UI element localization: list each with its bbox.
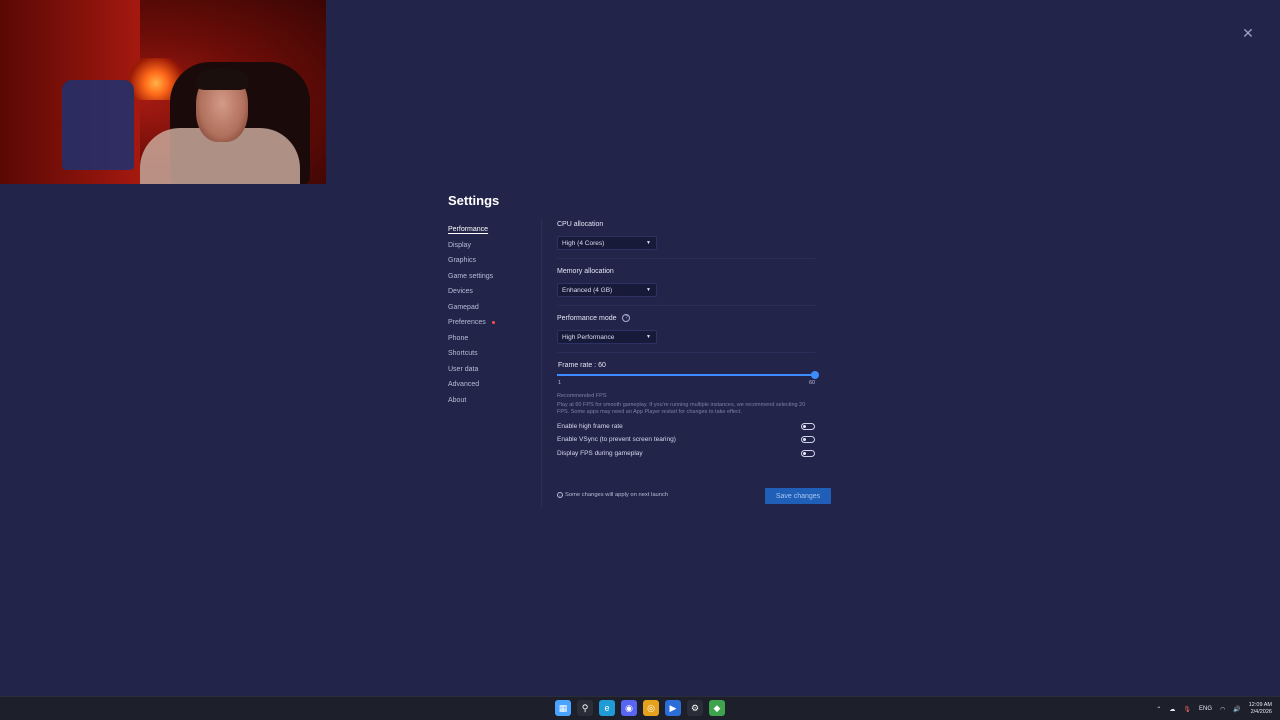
wifi-icon[interactable]: ◠	[1220, 706, 1225, 713]
chrome-icon[interactable]: ◎	[643, 700, 659, 716]
notification-dot	[491, 321, 495, 325]
nav-item-game-settings[interactable]: Game settings	[448, 269, 538, 285]
performance-mode-select[interactable]: High Performance ▼	[557, 330, 657, 344]
toggle-row-vsync: Enable VSync (to prevent screen tearing)	[557, 434, 815, 444]
section-divider	[557, 352, 815, 353]
nav-label: Phone	[448, 334, 469, 342]
volume-icon[interactable]: 🔊	[1233, 706, 1240, 713]
memory-allocation-label: Memory allocation	[557, 268, 614, 275]
frame-rate-min-label: 1	[558, 380, 562, 386]
nav-label: Shortcuts	[448, 350, 478, 358]
chevron-down-icon: ▼	[646, 334, 651, 340]
toggle-row-high-frame-rate: Enable high frame rate	[557, 421, 815, 431]
nav-item-shortcuts[interactable]: Shortcuts	[448, 346, 538, 362]
microphone-icon[interactable]: 🎙	[1183, 706, 1191, 713]
recommended-fps-text: Play at 60 FPS for smooth gameplay. If y…	[557, 402, 806, 415]
nav-item-gamepad[interactable]: Gamepad	[448, 300, 538, 316]
restart-notice-text: Some changes will apply on next launch	[565, 492, 669, 498]
app-icon[interactable]: ▶	[665, 700, 681, 716]
section-divider	[557, 305, 815, 306]
memory-allocation-value: Enhanced (4 GB)	[562, 286, 613, 294]
performance-mode-text: Performance mode	[557, 314, 617, 322]
section-divider	[557, 258, 815, 259]
nav-label: Gamepad	[448, 303, 479, 311]
cloud-icon[interactable]: ☁	[1169, 706, 1175, 713]
nav-label: Game settings	[448, 272, 494, 280]
cpu-allocation-value: High (4 Cores)	[562, 239, 605, 247]
edge-icon[interactable]: e	[599, 700, 615, 716]
nav-label: Advanced	[448, 381, 480, 389]
performance-mode-label: Performance mode ?	[557, 314, 631, 322]
frame-rate-slider-track[interactable]	[557, 374, 813, 376]
nav-divider	[541, 218, 542, 508]
info-icon: i	[557, 492, 563, 498]
clock[interactable]: 12:09 AM 2/4/2026	[1249, 702, 1272, 716]
language-indicator[interactable]: ENG	[1199, 706, 1212, 712]
recommended-fps-title: Recommended FPS	[557, 393, 607, 399]
nav-label: Graphics	[448, 257, 477, 265]
nav-label: User data	[448, 365, 479, 373]
cpu-allocation-select[interactable]: High (4 Cores) ▼	[557, 236, 657, 250]
help-icon[interactable]: ?	[622, 314, 631, 322]
toggle-row-display-fps: Display FPS during gameplay	[557, 448, 815, 458]
steam-icon[interactable]: ⚙	[687, 700, 703, 716]
webcam-person-hair	[196, 68, 248, 90]
windows-start-icon[interactable]: ▦	[555, 700, 571, 716]
system-tray: ⌃ ☁ 🎙 ENG ◠ 🔊 12:09 AM 2/4/2026	[1156, 699, 1272, 719]
bluestacks-icon[interactable]: ◆	[709, 700, 725, 716]
nav-label: Devices	[448, 288, 473, 296]
search-icon[interactable]: ⚲	[577, 700, 593, 716]
taskbar-apps: ▦ ⚲ e ◉ ◎ ▶ ⚙ ◆	[555, 700, 725, 716]
windows-taskbar: ▦ ⚲ e ◉ ◎ ▶ ⚙ ◆ ⌃ ☁ 🎙 ENG ◠ 🔊 12:09 AM 2/4/2026	[0, 696, 1280, 720]
nav-item-devices[interactable]: Devices	[448, 284, 538, 300]
restart-notice: i Some changes will apply on next launch	[557, 492, 668, 498]
frame-rate-label: Frame rate : 60	[558, 362, 606, 369]
toggle-label: Display FPS during gameplay	[557, 449, 643, 457]
nav-label: Display	[448, 241, 471, 249]
nav-item-advanced[interactable]: Advanced	[448, 377, 538, 393]
chevron-down-icon: ▼	[646, 287, 651, 293]
nav-item-about[interactable]: About	[448, 393, 538, 409]
discord-icon[interactable]: ◉	[621, 700, 637, 716]
nav-item-preferences[interactable]: Preferences	[448, 315, 538, 331]
frame-rate-max-label: 60	[809, 380, 816, 386]
nav-label: About	[448, 396, 467, 404]
cpu-allocation-label: CPU allocation	[557, 221, 604, 228]
memory-allocation-select[interactable]: Enhanced (4 GB) ▼	[557, 283, 657, 297]
page-title: Settings	[448, 193, 500, 208]
frame-rate-slider-handle[interactable]	[811, 371, 819, 379]
save-changes-button[interactable]: Save changes	[765, 488, 831, 504]
nav-item-performance[interactable]: Performance	[448, 222, 538, 238]
nav-item-user-data[interactable]: User data	[448, 362, 538, 378]
nav-label: Preferences	[448, 319, 486, 327]
webcam-blue-chair	[62, 80, 134, 170]
performance-mode-value: High Performance	[562, 333, 615, 341]
frame-rate-slider-fill	[557, 374, 813, 376]
close-icon[interactable]: ✕	[1240, 25, 1256, 41]
chevron-down-icon: ▼	[646, 240, 651, 246]
nav-item-graphics[interactable]: Graphics	[448, 253, 538, 269]
nav-item-display[interactable]: Display	[448, 238, 538, 254]
toggle-label: Enable VSync (to prevent screen tearing)	[557, 435, 676, 443]
toggle-label: Enable high frame rate	[557, 422, 623, 430]
clock-date: 2/4/2026	[1250, 709, 1272, 715]
display-fps-toggle[interactable]	[801, 449, 815, 457]
nav-item-phone[interactable]: Phone	[448, 331, 538, 347]
settings-nav: Performance Display Graphics Game settin…	[448, 222, 538, 408]
clock-time: 12:09 AM	[1248, 702, 1272, 708]
webcam-overlay	[0, 0, 326, 184]
chevron-up-icon[interactable]: ⌃	[1156, 706, 1161, 713]
vsync-toggle[interactable]	[801, 435, 815, 443]
high-frame-rate-toggle[interactable]	[801, 422, 815, 430]
nav-label: Performance	[448, 226, 489, 234]
